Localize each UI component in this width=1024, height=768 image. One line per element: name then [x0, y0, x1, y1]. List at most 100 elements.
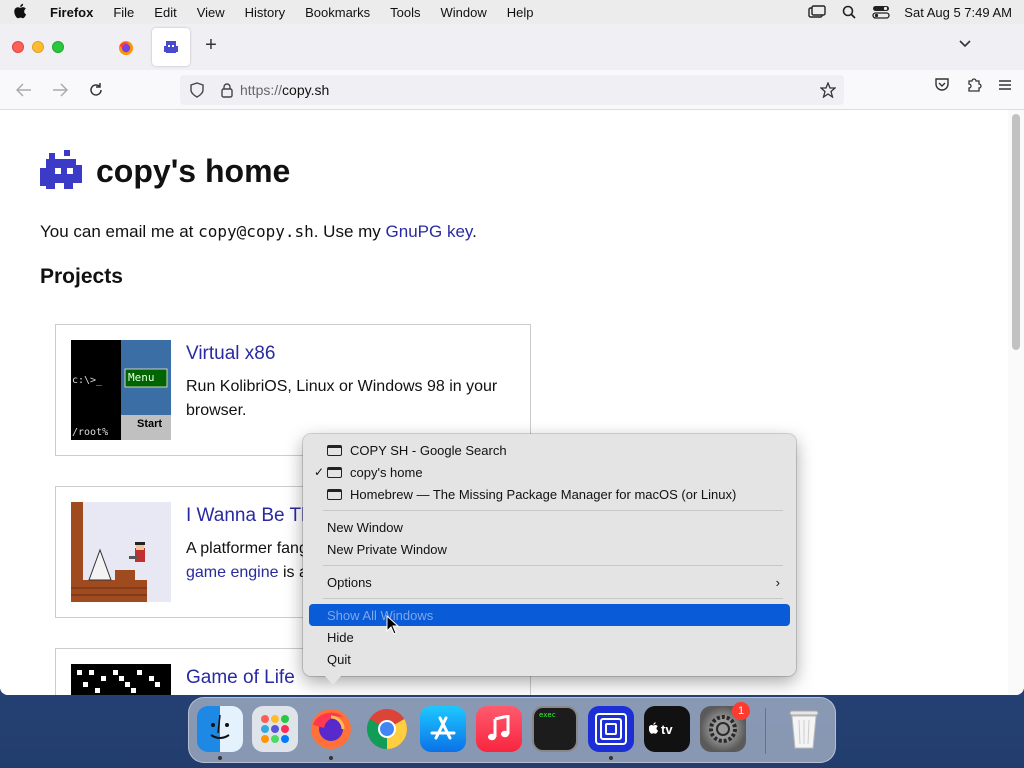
context-window-copys-home[interactable]: ✓ copy's home	[309, 461, 790, 483]
firefox-icon	[119, 41, 133, 55]
reload-button[interactable]	[82, 76, 110, 104]
menu-tools[interactable]: Tools	[380, 5, 430, 20]
utm-virtual-machine-icon[interactable]	[588, 706, 634, 752]
i-wanna-be-desc-line1: A platformer fang	[186, 540, 308, 557]
menu-bookmarks[interactable]: Bookmarks	[295, 5, 380, 20]
context-new-private-window[interactable]: New Private Window	[309, 538, 790, 560]
menu-history[interactable]: History	[235, 5, 295, 20]
apple-menu-icon[interactable]	[0, 3, 40, 22]
context-window-label: copy's home	[350, 464, 423, 480]
context-hide[interactable]: Hide	[309, 626, 790, 648]
screen-mirroring-icon[interactable]	[808, 5, 826, 19]
virtual-x86-title-link[interactable]: Virtual x86	[186, 343, 275, 365]
mouse-cursor-icon	[386, 615, 400, 635]
page-title: copy's home	[96, 152, 291, 189]
close-window-button[interactable]	[12, 41, 24, 53]
spotlight-search-icon[interactable]	[840, 5, 858, 19]
terminal-icon[interactable]: exec	[532, 706, 578, 752]
notification-badge: 1	[732, 702, 750, 720]
zoom-window-button[interactable]	[52, 41, 64, 53]
dock-separator	[765, 708, 766, 754]
address-bar[interactable]: https://copy.sh	[180, 75, 844, 105]
tracking-protection-shield-icon[interactable]	[180, 82, 214, 98]
hamburger-menu-icon[interactable]	[998, 78, 1012, 96]
game-engine-link[interactable]: game engine	[186, 564, 279, 581]
i-wanna-be-thumbnail[interactable]	[71, 502, 171, 602]
page-header: copy's home	[40, 150, 290, 192]
url-host: copy.sh	[282, 82, 330, 98]
context-options[interactable]: Options ›	[309, 571, 790, 593]
control-center-icon[interactable]	[872, 5, 890, 19]
navigation-toolbar: https://copy.sh	[0, 70, 1024, 110]
context-window-label: COPY SH - Google Search	[350, 442, 507, 458]
menu-view[interactable]: View	[187, 5, 235, 20]
pocket-icon[interactable]	[934, 76, 950, 97]
tab-copy-home[interactable]	[152, 28, 190, 66]
context-show-all-windows[interactable]: Show All Windows	[309, 604, 790, 626]
chrome-icon[interactable]	[364, 706, 410, 752]
game-of-life-title-link[interactable]: Game of Life	[186, 667, 295, 689]
apple-tv-icon[interactable]: tv	[644, 706, 690, 752]
menu-bar-clock[interactable]: Sat Aug 5 7:49 AM	[904, 5, 1012, 20]
menu-separator	[323, 565, 783, 566]
music-icon[interactable]	[476, 706, 522, 752]
url-scheme: https://	[240, 82, 283, 98]
url-text[interactable]: https://copy.sh	[240, 82, 812, 98]
back-arrow-icon	[16, 82, 31, 97]
menu-window[interactable]: Window	[431, 5, 497, 20]
finder-icon[interactable]	[197, 706, 243, 752]
connection-lock-icon[interactable]	[214, 82, 240, 98]
extensions-puzzle-icon[interactable]	[966, 76, 982, 97]
app-store-icon[interactable]	[420, 706, 466, 752]
minimize-window-button[interactable]	[32, 41, 44, 53]
system-settings-icon[interactable]: 1	[700, 702, 750, 752]
context-quit[interactable]: Quit	[309, 648, 790, 670]
i-wanna-be-title-link[interactable]: I Wanna Be Th	[186, 505, 312, 527]
page-scrollbar[interactable]	[1008, 110, 1024, 695]
menu-help[interactable]: Help	[497, 5, 544, 20]
firefox-dock-icon[interactable]	[308, 706, 354, 752]
virtual-x86-thumbnail[interactable]: c:\>_ Menu /root% Start	[71, 340, 171, 440]
context-window-google-search[interactable]: COPY SH - Google Search	[309, 439, 790, 461]
reload-icon	[90, 82, 102, 96]
checkmark-icon: ✓	[314, 465, 325, 479]
new-tab-button[interactable]: +	[200, 34, 222, 57]
menu-app-name[interactable]: Firefox	[40, 5, 103, 20]
window-icon	[327, 466, 342, 478]
context-window-label: Homebrew — The Missing Package Manager f…	[350, 486, 737, 502]
projects-heading: Projects	[40, 265, 123, 288]
window-icon	[327, 488, 342, 500]
menu-edit[interactable]: Edit	[144, 5, 186, 20]
window-icon	[327, 444, 342, 456]
scrollbar-thumb[interactable]	[1012, 114, 1020, 350]
gnupg-key-link[interactable]: GnuPG key	[386, 222, 473, 241]
terminal-icon-label: exec	[539, 711, 556, 719]
launchpad-icon[interactable]	[252, 706, 298, 752]
menu-bar: Firefox File Edit View History Bookmarks…	[0, 0, 1024, 24]
context-window-homebrew[interactable]: Homebrew — The Missing Package Manager f…	[309, 483, 790, 505]
trash-icon[interactable]	[781, 706, 827, 752]
virtual-x86-description: Run KolibriOS, Linux or Windows 98 in yo…	[186, 378, 498, 419]
dock: exec tv 1	[188, 697, 836, 763]
thumb-start-label: Start	[137, 418, 163, 430]
firefox-running-indicator	[329, 756, 333, 760]
intro-prefix: You can email me at	[40, 222, 199, 241]
copy-sh-favicon-icon	[164, 41, 178, 53]
forward-arrow-icon	[53, 82, 68, 97]
menu-file[interactable]: File	[103, 5, 144, 20]
svg-text:tv: tv	[661, 722, 673, 737]
context-options-label: Options	[327, 574, 372, 590]
toolbar-right	[934, 76, 1012, 97]
bookmark-star-icon[interactable]	[812, 82, 844, 98]
back-button[interactable]	[10, 76, 38, 104]
game-of-life-thumbnail[interactable]	[71, 664, 171, 695]
utm-running-indicator	[609, 756, 613, 760]
context-menu-pointer	[324, 675, 342, 685]
copy-sh-logo-icon	[40, 150, 82, 189]
context-new-window[interactable]: New Window	[309, 516, 790, 538]
forward-button[interactable]	[46, 76, 74, 104]
tab-firefox-home[interactable]	[112, 34, 140, 62]
list-all-tabs-icon[interactable]	[958, 36, 972, 52]
intro-suffix: .	[472, 222, 477, 241]
dock-context-menu: COPY SH - Google Search ✓ copy's home Ho…	[303, 434, 796, 676]
